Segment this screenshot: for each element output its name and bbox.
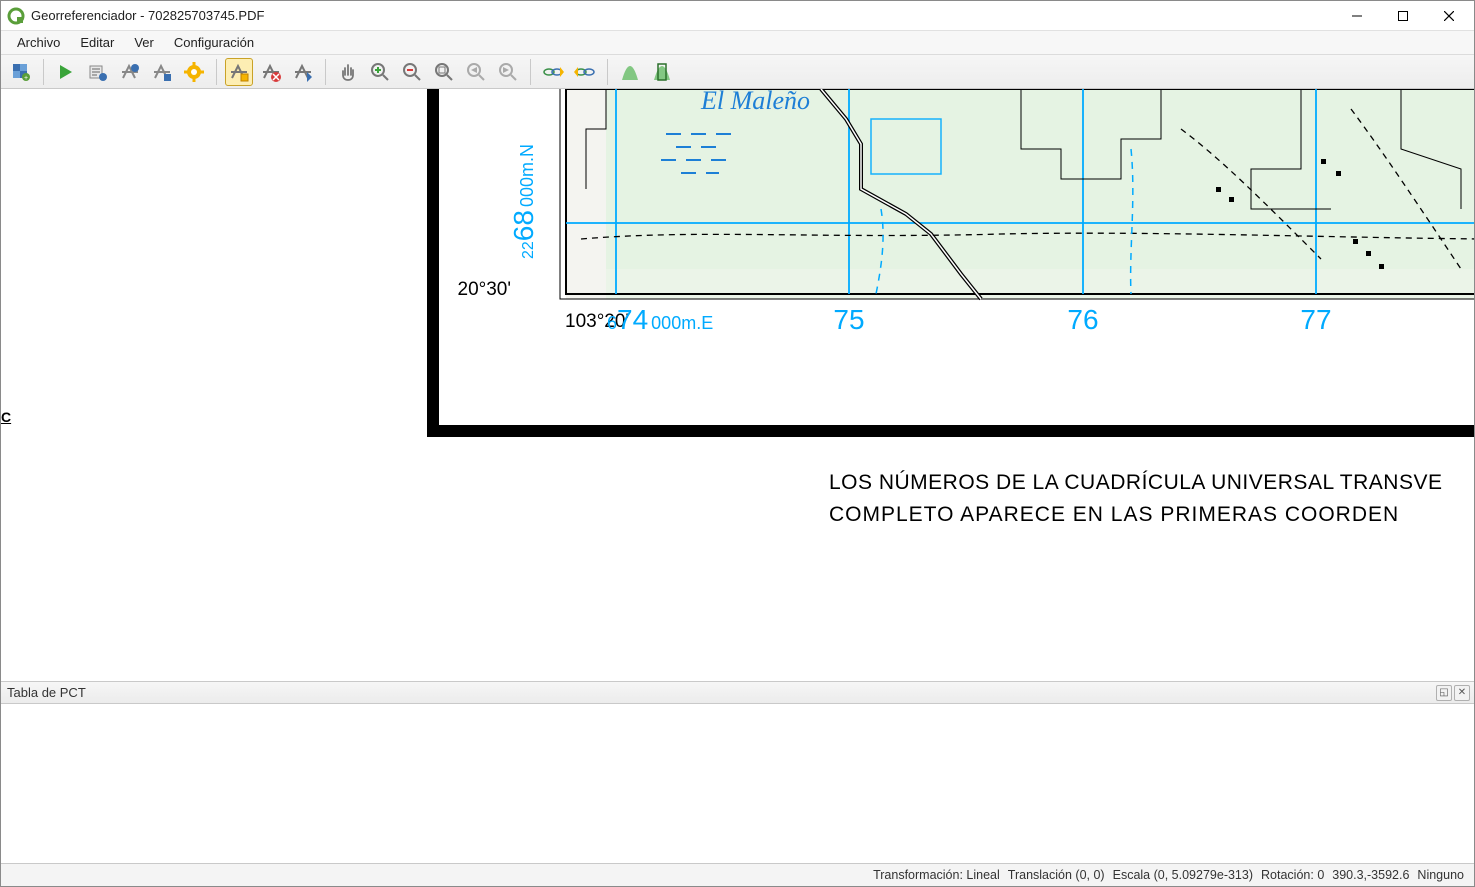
menu-ver[interactable]: Ver <box>124 33 164 52</box>
pan-button[interactable] <box>334 58 362 86</box>
link-qgis-to-georef-button[interactable] <box>571 58 599 86</box>
place-label: El Maleño <box>700 89 810 115</box>
window-buttons <box>1334 1 1472 31</box>
lat-label: 20°30' <box>458 279 512 300</box>
save-gcp-button[interactable] <box>148 58 176 86</box>
local-histogram-button[interactable] <box>648 58 676 86</box>
statusbar: Transformación: Lineal Translación (0, 0… <box>1 864 1474 886</box>
delete-point-button[interactable] <box>257 58 285 86</box>
zoom-last-button[interactable] <box>462 58 490 86</box>
menu-archivo[interactable]: Archivo <box>7 33 70 52</box>
menu-configuracion[interactable]: Configuración <box>164 33 264 52</box>
status-translation: Translación (0, 0) <box>1008 868 1105 882</box>
toolbar-separator <box>43 59 44 85</box>
grid-label-77: 77 <box>1300 304 1331 335</box>
qgis-icon <box>7 7 25 25</box>
load-gcp-button[interactable] <box>116 58 144 86</box>
toolbar: + <box>1 55 1474 89</box>
zoom-layer-button[interactable] <box>430 58 458 86</box>
status-rotation: Rotación: 0 <box>1261 868 1324 882</box>
zoom-out-button[interactable] <box>398 58 426 86</box>
status-coords: 390.3,-3592.6 <box>1332 868 1409 882</box>
gcp-table[interactable] <box>1 704 1474 864</box>
gcp-panel-title: Tabla de PCT <box>7 685 1434 700</box>
svg-text:+: + <box>24 75 28 82</box>
status-scale: Escala (0, 5.09279e-313) <box>1113 868 1253 882</box>
move-point-button[interactable] <box>289 58 317 86</box>
menu-editar[interactable]: Editar <box>70 33 124 52</box>
add-point-button[interactable] <box>225 58 253 86</box>
close-button[interactable] <box>1426 1 1472 31</box>
panel-float-button[interactable]: ◱ <box>1436 685 1452 701</box>
zoom-next-button[interactable] <box>494 58 522 86</box>
map-raster: El Maleño 20°30' 2268000m.N 103°20' 6740… <box>1 89 1474 609</box>
maximize-button[interactable] <box>1380 1 1426 31</box>
map-canvas[interactable]: C <box>1 89 1474 682</box>
toolbar-separator <box>607 59 608 85</box>
note-line-1: LOS NÚMEROS DE LA CUADRÍCULA UNIVERSAL T… <box>829 471 1443 494</box>
gcp-panel-header: Tabla de PCT ◱ ✕ <box>1 682 1474 704</box>
transformation-settings-button[interactable] <box>180 58 208 86</box>
toolbar-separator <box>530 59 531 85</box>
note-line-2: COMPLETO APARECE EN LAS PRIMERAS COORDEN <box>829 503 1399 526</box>
status-units: Ninguno <box>1417 868 1464 882</box>
menubar: Archivo Editar Ver Configuración <box>1 31 1474 55</box>
link-georef-to-qgis-button[interactable] <box>539 58 567 86</box>
start-georef-button[interactable] <box>52 58 80 86</box>
panel-close-button[interactable]: ✕ <box>1454 685 1470 701</box>
grid-label-75: 75 <box>833 304 864 335</box>
open-raster-button[interactable]: + <box>7 58 35 86</box>
grid-label-76: 76 <box>1067 304 1098 335</box>
zoom-in-button[interactable] <box>366 58 394 86</box>
titlebar: Georreferenciador - 702825703745.PDF <box>1 1 1474 31</box>
generate-script-button[interactable] <box>84 58 112 86</box>
minimize-button[interactable] <box>1334 1 1380 31</box>
status-transform: Transformación: Lineal <box>873 868 1000 882</box>
toolbar-separator <box>325 59 326 85</box>
full-histogram-button[interactable] <box>616 58 644 86</box>
window-title: Georreferenciador - 702825703745.PDF <box>31 8 1334 23</box>
toolbar-separator <box>216 59 217 85</box>
